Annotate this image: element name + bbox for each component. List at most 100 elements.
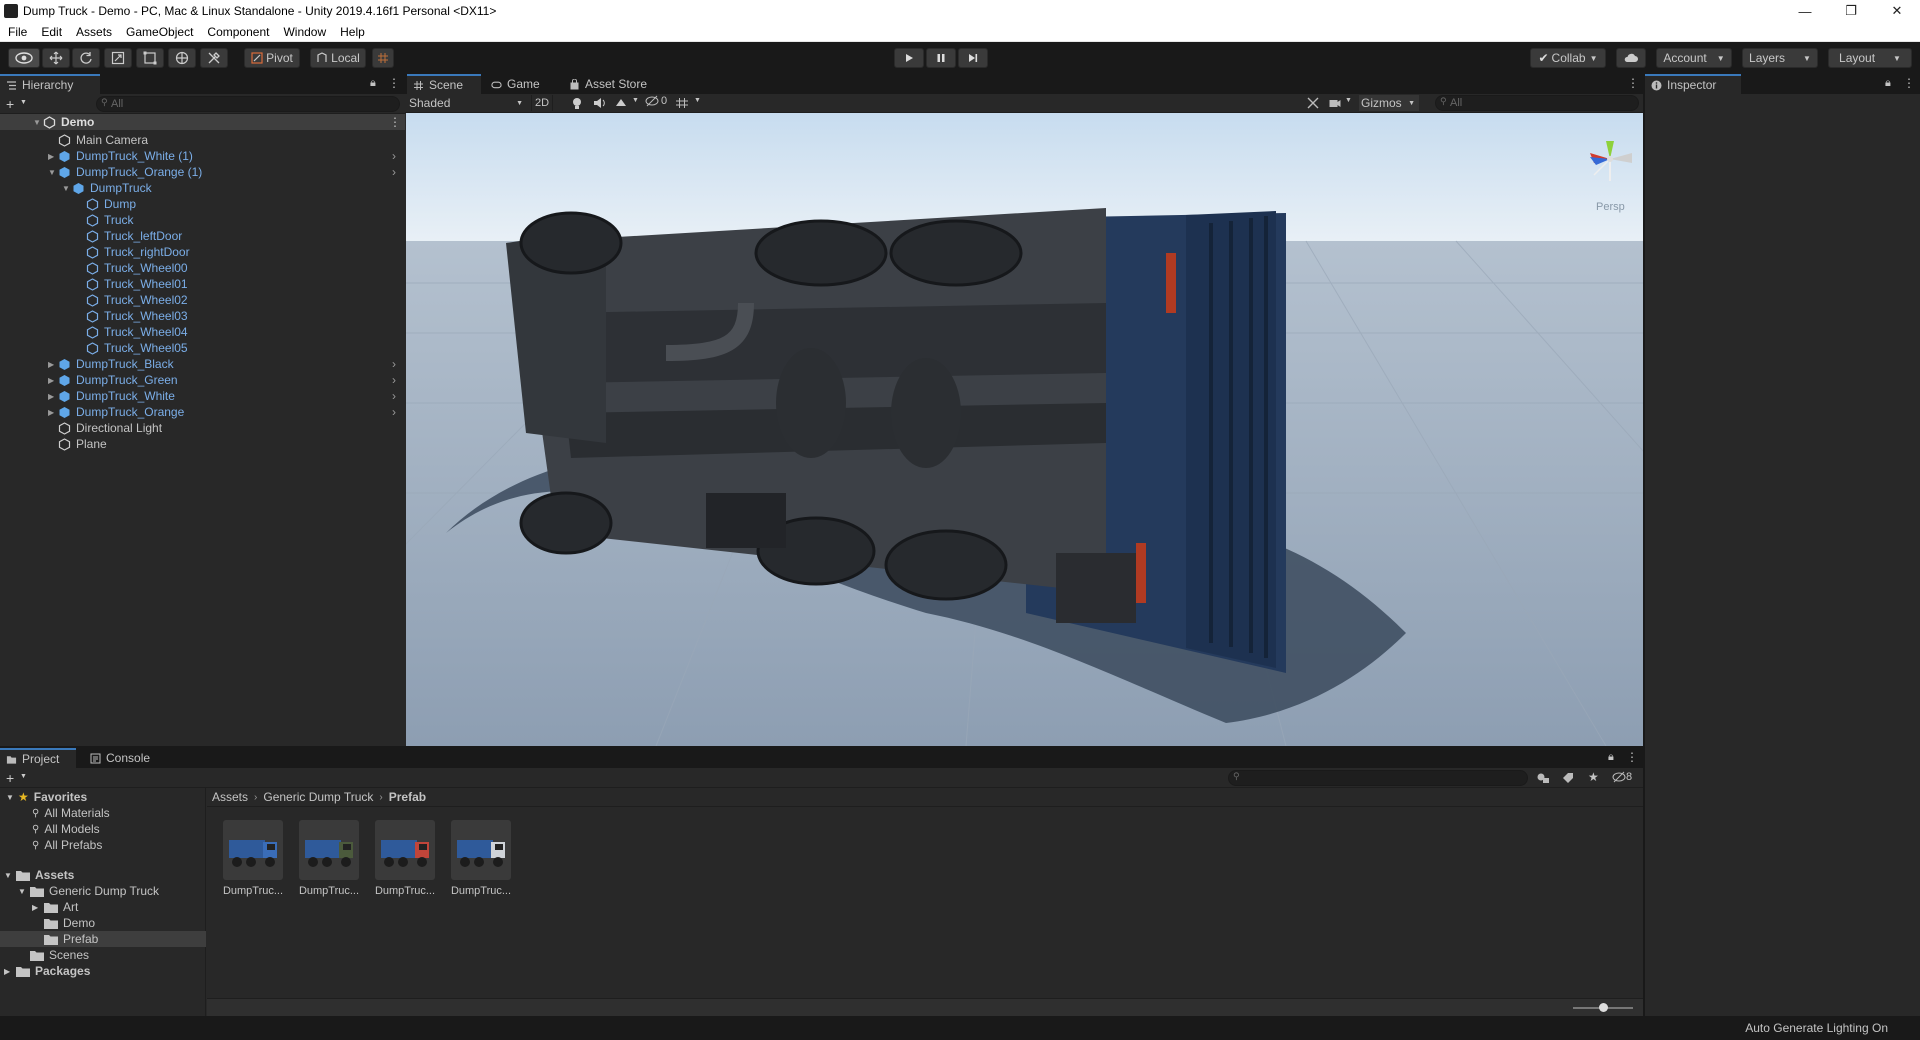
kebab-menu-icon[interactable]: ⋮ bbox=[1627, 76, 1639, 90]
menu-assets[interactable]: Assets bbox=[68, 25, 118, 39]
hierarchy-search-input[interactable]: ⚲ All bbox=[96, 96, 400, 112]
menu-help[interactable]: Help bbox=[332, 25, 371, 39]
hierarchy-item[interactable]: ▶ DumpTruck_White › bbox=[0, 388, 405, 404]
tab-inspector[interactable]: Inspector bbox=[1645, 74, 1741, 94]
scene-search-input[interactable]: ⚲ All bbox=[1435, 95, 1639, 111]
projection-label[interactable]: Persp bbox=[1596, 201, 1625, 213]
pivot-toggle[interactable]: Pivot bbox=[244, 48, 300, 68]
hierarchy-item[interactable]: ▶ DumpTruck_Black › bbox=[0, 356, 405, 372]
asset-tile[interactable]: DumpTruc... bbox=[222, 820, 284, 897]
scene-viewport[interactable]: Persp bbox=[406, 113, 1643, 746]
open-prefab-arrow-icon[interactable]: › bbox=[392, 357, 396, 371]
hierarchy-item[interactable]: Truck_rightDoor bbox=[0, 244, 405, 260]
expand-arrow-icon[interactable]: ▼ bbox=[62, 184, 72, 193]
favorite-all-models[interactable]: ⚲ All Models bbox=[32, 821, 100, 837]
close-button[interactable]: ✕ bbox=[1874, 0, 1920, 22]
lock-icon[interactable]: 🔒︎ bbox=[1608, 751, 1614, 764]
tab-console[interactable]: Console bbox=[84, 748, 164, 768]
chevron-down-icon[interactable]: ▼ bbox=[20, 773, 27, 780]
open-prefab-arrow-icon[interactable]: › bbox=[392, 373, 396, 387]
menu-file[interactable]: File bbox=[0, 25, 33, 39]
demo-folder-row[interactable]: Demo bbox=[44, 915, 95, 931]
lock-icon[interactable]: 🔒︎ bbox=[1885, 77, 1891, 90]
tab-asset-store[interactable]: Asset Store bbox=[563, 74, 663, 94]
expand-arrow-icon[interactable]: ▶ bbox=[48, 376, 58, 385]
hierarchy-item[interactable]: ▼ DumpTruck bbox=[0, 180, 405, 196]
menu-component[interactable]: Component bbox=[199, 25, 275, 39]
add-button[interactable]: + bbox=[6, 96, 14, 112]
zoom-slider-handle[interactable] bbox=[1599, 1003, 1608, 1012]
kebab-menu-icon[interactable]: ⋮ bbox=[1903, 76, 1915, 90]
restore-button[interactable]: ❐ bbox=[1828, 0, 1874, 22]
kebab-menu-icon[interactable]: ⋮ bbox=[388, 76, 400, 90]
star-icon[interactable]: ★ bbox=[1588, 770, 1599, 784]
tab-game[interactable]: Game bbox=[485, 74, 553, 94]
expand-arrow-icon[interactable]: ▶ bbox=[48, 360, 58, 369]
scenes-folder-row[interactable]: Scenes bbox=[30, 947, 89, 963]
lighting-status[interactable]: Auto Generate Lighting On bbox=[1745, 1021, 1888, 1035]
play-button[interactable] bbox=[894, 48, 924, 68]
collapse-arrow-icon[interactable]: ▶ bbox=[32, 903, 44, 912]
hierarchy-item[interactable]: Truck_Wheel03 bbox=[0, 308, 405, 324]
filter-by-type-icon[interactable] bbox=[1536, 772, 1550, 784]
lock-icon[interactable]: 🔒︎ bbox=[370, 77, 376, 90]
chevron-down-icon[interactable]: ▼ bbox=[1345, 97, 1352, 104]
favorite-all-prefabs[interactable]: ⚲ All Prefabs bbox=[32, 837, 102, 853]
expand-arrow-icon[interactable]: ▶ bbox=[48, 392, 58, 401]
hierarchy-item[interactable]: Truck_Wheel05 bbox=[0, 340, 405, 356]
expand-arrow-icon[interactable]: ▶ bbox=[48, 408, 58, 417]
hierarchy-item[interactable]: Directional Light bbox=[0, 420, 405, 436]
account-dropdown[interactable]: Account ▼ bbox=[1656, 48, 1732, 68]
effects-icon[interactable] bbox=[615, 97, 628, 109]
collapse-arrow-icon[interactable]: ▶ bbox=[4, 967, 16, 976]
hierarchy-item[interactable]: Truck_Wheel04 bbox=[0, 324, 405, 340]
chevron-down-icon[interactable]: ▼ bbox=[20, 99, 27, 106]
assets-folder-row[interactable]: ▼ Assets bbox=[4, 867, 74, 883]
tab-scene[interactable]: Scene bbox=[407, 74, 481, 94]
expand-arrow-icon[interactable]: ▼ bbox=[4, 871, 16, 880]
menu-edit[interactable]: Edit bbox=[33, 25, 68, 39]
hierarchy-item[interactable]: Truck_Wheel02 bbox=[0, 292, 405, 308]
hierarchy-item[interactable]: Truck_Wheel01 bbox=[0, 276, 405, 292]
hidden-packages-toggle[interactable]: 8 bbox=[1612, 771, 1632, 783]
tab-project[interactable]: Project bbox=[0, 748, 76, 768]
chevron-down-icon[interactable]: ▼ bbox=[632, 97, 639, 104]
custom-tool-button[interactable] bbox=[200, 48, 228, 68]
menu-window[interactable]: Window bbox=[275, 25, 332, 39]
gizmos-dropdown[interactable]: Gizmos ▼ bbox=[1359, 95, 1419, 111]
breadcrumb-prefab[interactable]: Prefab bbox=[389, 790, 426, 804]
shading-mode-dropdown[interactable]: Shaded ▼ bbox=[407, 95, 527, 111]
layers-dropdown[interactable]: Layers ▼ bbox=[1742, 48, 1818, 68]
asset-tile[interactable]: DumpTruc... bbox=[298, 820, 360, 897]
hierarchy-item[interactable]: Main Camera bbox=[0, 132, 405, 148]
hierarchy-item[interactable]: Truck bbox=[0, 212, 405, 228]
open-prefab-arrow-icon[interactable]: › bbox=[392, 405, 396, 419]
hierarchy-item[interactable]: Dump bbox=[0, 196, 405, 212]
tab-hierarchy[interactable]: Hierarchy bbox=[0, 74, 100, 94]
favorites-row[interactable]: ▼ ★ Favorites bbox=[6, 789, 87, 805]
favorite-all-materials[interactable]: ⚲ All Materials bbox=[32, 805, 110, 821]
hierarchy-item[interactable]: ▶ DumpTruck_Green › bbox=[0, 372, 405, 388]
cloud-button[interactable] bbox=[1616, 48, 1646, 68]
hierarchy-item[interactable]: ▶ DumpTruck_White (1) › bbox=[0, 148, 405, 164]
lightbulb-icon[interactable] bbox=[571, 97, 583, 110]
hierarchy-item[interactable]: Truck_Wheel00 bbox=[0, 260, 405, 276]
prefab-folder-row[interactable]: Prefab bbox=[0, 931, 206, 947]
camera-icon[interactable] bbox=[1329, 98, 1341, 108]
art-folder-row[interactable]: ▶ Art bbox=[32, 899, 78, 915]
rotate-tool-button[interactable] bbox=[72, 48, 100, 68]
pause-button[interactable] bbox=[926, 48, 956, 68]
packages-folder-row[interactable]: ▶ Packages bbox=[4, 963, 90, 979]
scene-row-demo[interactable]: ▼ Demo ⋮ bbox=[0, 114, 405, 130]
step-button[interactable] bbox=[958, 48, 988, 68]
expand-arrow-icon[interactable]: ▼ bbox=[48, 168, 58, 177]
rect-tool-button[interactable] bbox=[136, 48, 164, 68]
project-search-input[interactable]: ⚲ bbox=[1228, 770, 1528, 786]
kebab-menu-icon[interactable]: ⋮ bbox=[1626, 750, 1638, 764]
hidden-objects-toggle[interactable]: 0 bbox=[645, 95, 667, 107]
expand-arrow-icon[interactable]: ▼ bbox=[6, 793, 18, 802]
asset-tile[interactable]: DumpTruc... bbox=[450, 820, 512, 897]
expand-arrow-icon[interactable]: ▶ bbox=[48, 152, 58, 161]
open-prefab-arrow-icon[interactable]: › bbox=[392, 389, 396, 403]
expand-arrow-icon[interactable]: ▼ bbox=[18, 887, 30, 896]
